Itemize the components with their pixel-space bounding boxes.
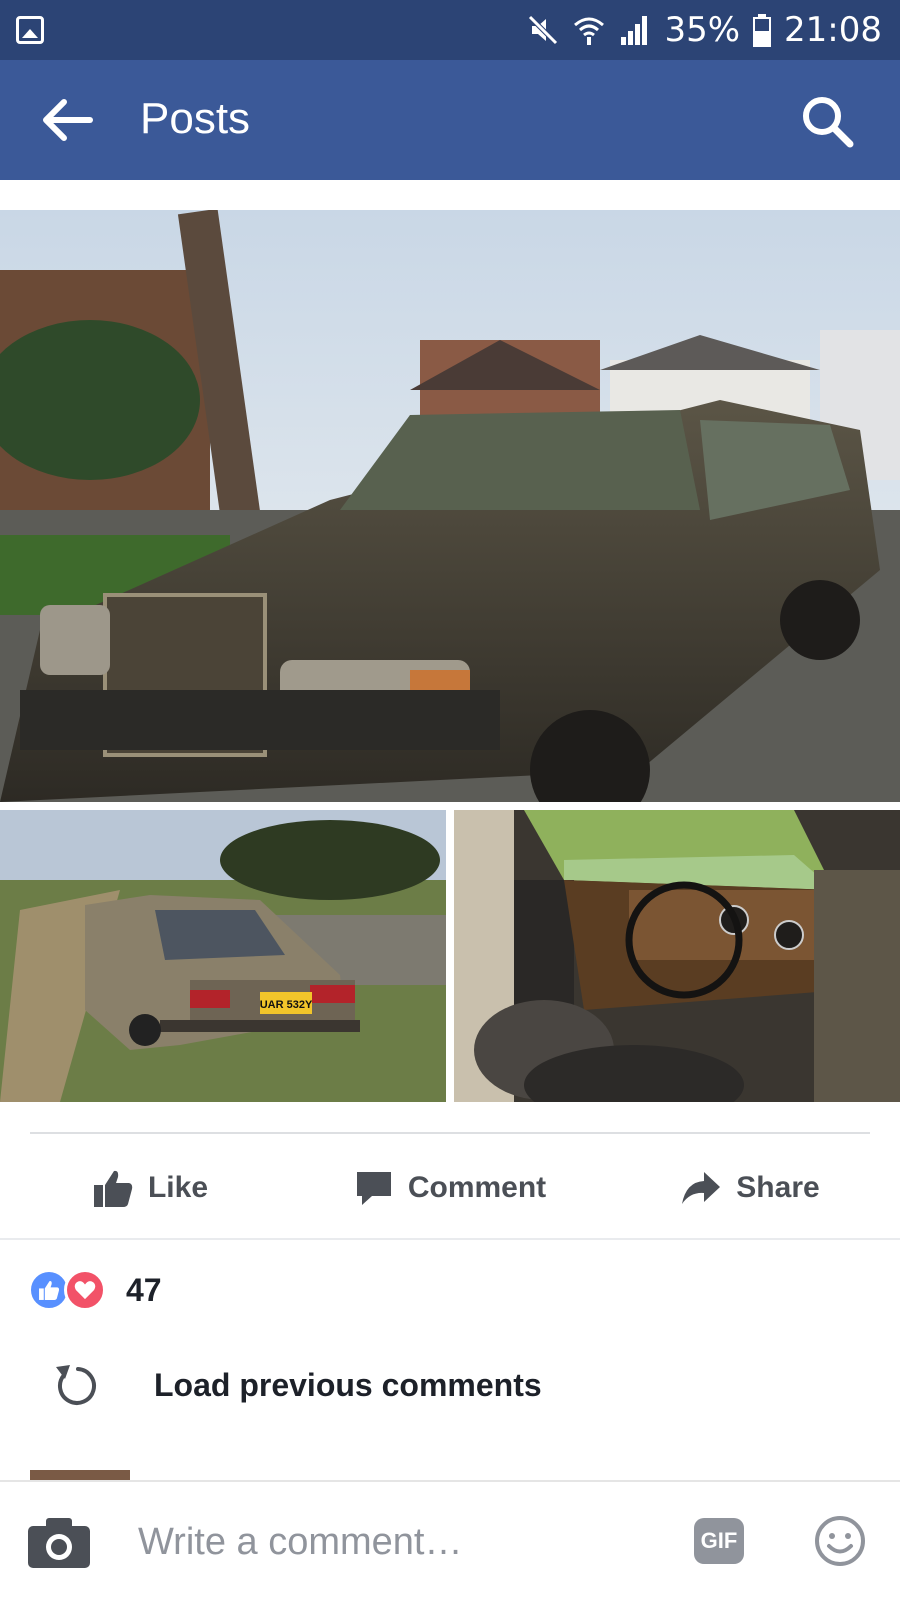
reload-icon bbox=[56, 1365, 96, 1405]
thumbs-up-icon bbox=[93, 1170, 133, 1207]
like-button[interactable]: Like bbox=[0, 1140, 300, 1236]
comment-icon bbox=[356, 1172, 391, 1205]
license-plate-text: UAR 532Y bbox=[260, 999, 313, 1011]
comment-composer: GIF bbox=[0, 1480, 900, 1600]
reaction-count: 47 bbox=[126, 1271, 162, 1308]
battery-icon bbox=[753, 14, 772, 47]
comment-label: Comment bbox=[407, 1171, 547, 1204]
back-arrow-icon[interactable] bbox=[38, 90, 98, 150]
reaction-summary[interactable]: 47 bbox=[28, 1268, 162, 1312]
gallery-notification-icon bbox=[16, 16, 44, 44]
car-rear-photo: UAR 532Y bbox=[0, 810, 446, 1102]
comment-input[interactable] bbox=[138, 1510, 658, 1574]
page-title: Posts bbox=[140, 94, 251, 143]
load-previous-label: Load previous comments bbox=[154, 1366, 542, 1403]
post-photo-rear[interactable]: UAR 532Y bbox=[0, 810, 446, 1102]
status-bar: 35% 21:08 bbox=[0, 0, 900, 60]
comment-button[interactable]: Comment bbox=[300, 1140, 600, 1236]
post-photo-interior[interactable] bbox=[454, 810, 900, 1102]
car-interior-photo bbox=[454, 810, 900, 1102]
camera-icon[interactable] bbox=[26, 1514, 92, 1570]
love-reaction-icon bbox=[64, 1269, 106, 1311]
gif-button[interactable]: GIF bbox=[694, 1518, 744, 1564]
emoji-icon[interactable] bbox=[814, 1515, 866, 1567]
battery-percent: 35% bbox=[664, 10, 741, 50]
load-previous-comments[interactable]: Load previous comments bbox=[48, 1355, 542, 1415]
app-bar: Posts bbox=[0, 60, 900, 180]
post-action-bar: Like Comment Share bbox=[0, 1140, 900, 1236]
section-separator bbox=[0, 1238, 900, 1240]
share-button[interactable]: Share bbox=[600, 1140, 900, 1236]
mute-icon bbox=[528, 15, 559, 45]
post-photo-main[interactable] bbox=[0, 210, 900, 802]
share-icon bbox=[682, 1172, 721, 1204]
divider bbox=[30, 1132, 870, 1134]
clock: 21:08 bbox=[784, 10, 882, 50]
car-front-photo bbox=[0, 210, 900, 802]
like-label: Like bbox=[147, 1171, 209, 1204]
signal-icon bbox=[621, 16, 648, 45]
search-icon[interactable] bbox=[798, 92, 858, 152]
status-indicators: 35% 21:08 bbox=[526, 8, 882, 52]
share-label: Share bbox=[736, 1171, 820, 1204]
wifi-icon bbox=[574, 17, 605, 45]
